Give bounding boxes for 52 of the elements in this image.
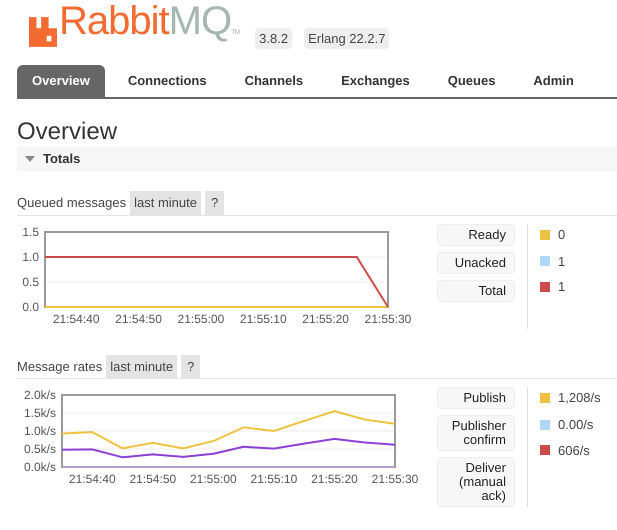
page-title: Overview bbox=[17, 119, 118, 145]
legend-label: Publisher confirm bbox=[437, 415, 515, 451]
range-selector[interactable]: last minute bbox=[130, 191, 201, 214]
section-title: Message rates bbox=[17, 358, 104, 376]
x-tick-label: 21:54:50 bbox=[129, 472, 176, 486]
legend-label: Publish bbox=[437, 387, 515, 409]
y-tick-label: 0.5 bbox=[22, 274, 39, 288]
legend-label: Ready bbox=[437, 224, 515, 246]
nav-tab[interactable]: Queues bbox=[432, 65, 510, 97]
expanded-triangle-icon bbox=[25, 154, 35, 164]
legend-value: 1,208/s bbox=[558, 389, 601, 408]
y-tick-label: 1.0k/s bbox=[24, 424, 56, 438]
x-tick-label: 21:55:30 bbox=[364, 312, 412, 326]
y-tick-label: 1.5 bbox=[22, 224, 39, 238]
x-tick-label: 21:55:20 bbox=[311, 472, 358, 486]
x-tick-label: 21:55:20 bbox=[302, 312, 349, 326]
totals-header[interactable]: Totals bbox=[17, 147, 617, 171]
y-tick-label: 1.0 bbox=[22, 250, 39, 264]
range-selector[interactable]: last minute bbox=[106, 354, 178, 378]
legend-label: Unacked bbox=[437, 252, 515, 274]
y-tick-label: 0.0k/s bbox=[24, 460, 56, 474]
y-tick-label: 2.0k/s bbox=[24, 388, 56, 402]
x-tick-label: 21:55:10 bbox=[250, 472, 298, 486]
totals-label: Totals bbox=[43, 150, 80, 168]
x-tick-label: 21:55:30 bbox=[372, 472, 418, 486]
nav-tab[interactable]: Channels bbox=[230, 65, 318, 97]
erlang-badge: Erlang 22.2.7 bbox=[304, 28, 390, 49]
legend-value: 1 bbox=[558, 252, 566, 270]
nav-tab[interactable]: Admin bbox=[518, 65, 589, 97]
help-button[interactable]: ? bbox=[181, 354, 200, 378]
x-tick-label: 21:54:40 bbox=[68, 472, 116, 486]
legend-value: 0 bbox=[558, 226, 566, 244]
rabbit-logo-icon bbox=[29, 17, 57, 47]
nav-tab[interactable]: Overview bbox=[17, 65, 105, 97]
version-badge: 3.8.2 bbox=[255, 28, 292, 49]
x-tick-label: 21:54:40 bbox=[52, 312, 100, 326]
nav-tab[interactable]: Connections bbox=[112, 65, 222, 97]
x-tick-label: 21:55:00 bbox=[178, 312, 224, 326]
legend-value: 0.00/s bbox=[558, 416, 594, 434]
legend-value: 1 bbox=[558, 278, 566, 296]
legend-label: Deliver (manual ack) bbox=[437, 457, 515, 507]
x-tick-label: 21:54:50 bbox=[115, 312, 162, 326]
y-tick-label: 0.5k/s bbox=[24, 442, 56, 456]
x-tick-label: 21:55:00 bbox=[190, 472, 237, 486]
x-tick-label: 21:55:10 bbox=[240, 312, 287, 326]
legend-label: Total bbox=[437, 280, 515, 302]
nav-tab[interactable]: Exchanges bbox=[326, 65, 425, 97]
y-tick-label: 0.0 bbox=[22, 300, 39, 314]
legend-value: 606/s bbox=[558, 442, 590, 460]
help-button[interactable]: ? bbox=[205, 191, 224, 214]
y-tick-label: 1.5k/s bbox=[24, 406, 56, 420]
section-title: Queued messages bbox=[17, 194, 128, 212]
